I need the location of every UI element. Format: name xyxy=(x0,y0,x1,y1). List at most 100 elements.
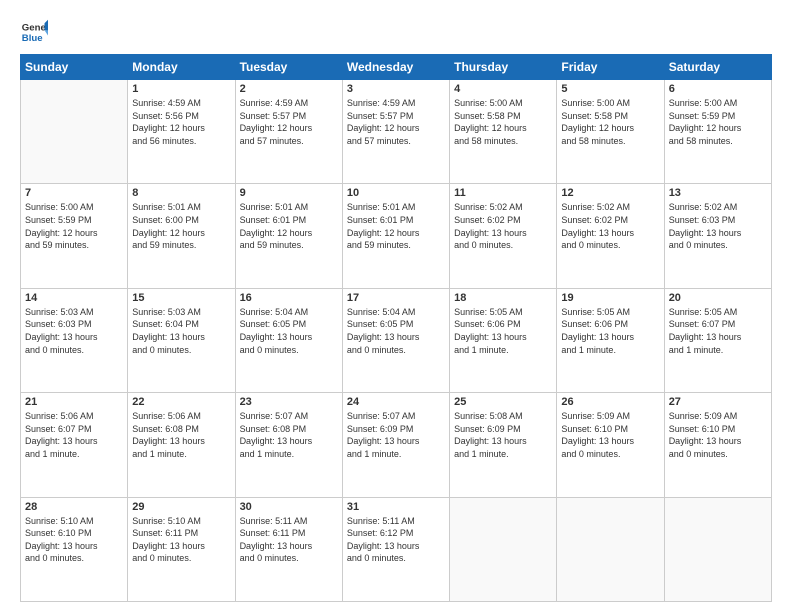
day-info: Sunrise: 5:00 AM Sunset: 5:58 PM Dayligh… xyxy=(561,97,659,147)
calendar-cell xyxy=(450,497,557,601)
calendar-cell: 26Sunrise: 5:09 AM Sunset: 6:10 PM Dayli… xyxy=(557,393,664,497)
header: General Blue xyxy=(20,18,772,46)
calendar-cell: 1 Sunrise: 4:59 AM Sunset: 5:56 PM Daylig… xyxy=(128,80,235,184)
day-number: 24 xyxy=(347,396,445,408)
calendar-cell: 30 Sunrise: 5:11 AM Sunset: 6:11 PM Dayli… xyxy=(235,497,342,601)
calendar-cell: 12 Sunrise: 5:02 AM Sunset: 6:02 PM Dayli… xyxy=(557,184,664,288)
day-info: Sunrise: 5:11 AM Sunset: 6:11 PM Dayligh… xyxy=(240,515,338,565)
day-info: Sunrise: 5:06 AM Sunset: 6:07 PM Dayligh… xyxy=(25,410,123,460)
day-number: 31 xyxy=(347,501,445,513)
calendar-cell: 27Sunrise: 5:09 AM Sunset: 6:10 PM Dayli… xyxy=(664,393,771,497)
day-number: 23 xyxy=(240,396,338,408)
day-number: 16 xyxy=(240,292,338,304)
calendar-cell: 14Sunrise: 5:03 AM Sunset: 6:03 PM Dayli… xyxy=(21,288,128,392)
day-number: 5 xyxy=(561,83,659,95)
weekday-header-sunday: Sunday xyxy=(21,55,128,80)
day-info: Sunrise: 4:59 AM Sunset: 5:56 PM Dayligh… xyxy=(132,97,230,147)
calendar-cell: 22Sunrise: 5:06 AM Sunset: 6:08 PM Dayli… xyxy=(128,393,235,497)
day-number: 27 xyxy=(669,396,767,408)
day-number: 30 xyxy=(240,501,338,513)
day-number: 28 xyxy=(25,501,123,513)
svg-text:Blue: Blue xyxy=(22,33,43,44)
day-info: Sunrise: 5:00 AM Sunset: 5:59 PM Dayligh… xyxy=(669,97,767,147)
calendar-cell: 13 Sunrise: 5:02 AM Sunset: 6:03 PM Dayli… xyxy=(664,184,771,288)
weekday-header-monday: Monday xyxy=(128,55,235,80)
day-number: 14 xyxy=(25,292,123,304)
calendar-cell: 19 Sunrise: 5:05 AM Sunset: 6:06 PM Dayli… xyxy=(557,288,664,392)
calendar-cell: 17Sunrise: 5:04 AM Sunset: 6:05 PM Dayli… xyxy=(342,288,449,392)
weekday-header-row: SundayMondayTuesdayWednesdayThursdayFrid… xyxy=(21,55,772,80)
day-info: Sunrise: 5:09 AM Sunset: 6:10 PM Dayligh… xyxy=(561,410,659,460)
weekday-header-thursday: Thursday xyxy=(450,55,557,80)
day-info: Sunrise: 4:59 AM Sunset: 5:57 PM Dayligh… xyxy=(347,97,445,147)
calendar-week-2: 7Sunrise: 5:00 AM Sunset: 5:59 PM Daylig… xyxy=(21,184,772,288)
calendar-cell: 2 Sunrise: 4:59 AM Sunset: 5:57 PM Daylig… xyxy=(235,80,342,184)
calendar-cell: 20 Sunrise: 5:05 AM Sunset: 6:07 PM Dayli… xyxy=(664,288,771,392)
day-number: 3 xyxy=(347,83,445,95)
day-number: 15 xyxy=(132,292,230,304)
day-number: 2 xyxy=(240,83,338,95)
calendar-week-5: 28 Sunrise: 5:10 AM Sunset: 6:10 PM Dayli… xyxy=(21,497,772,601)
day-info: Sunrise: 5:07 AM Sunset: 6:08 PM Dayligh… xyxy=(240,410,338,460)
weekday-header-saturday: Saturday xyxy=(664,55,771,80)
calendar-cell xyxy=(21,80,128,184)
day-number: 9 xyxy=(240,187,338,199)
day-number: 25 xyxy=(454,396,552,408)
day-info: Sunrise: 5:01 AM Sunset: 6:01 PM Dayligh… xyxy=(347,201,445,251)
weekday-header-wednesday: Wednesday xyxy=(342,55,449,80)
day-number: 10 xyxy=(347,187,445,199)
day-info: Sunrise: 5:02 AM Sunset: 6:02 PM Dayligh… xyxy=(561,201,659,251)
day-number: 17 xyxy=(347,292,445,304)
day-info: Sunrise: 5:11 AM Sunset: 6:12 PM Dayligh… xyxy=(347,515,445,565)
day-info: Sunrise: 5:00 AM Sunset: 5:59 PM Dayligh… xyxy=(25,201,123,251)
weekday-header-friday: Friday xyxy=(557,55,664,80)
calendar-cell: 4Sunrise: 5:00 AM Sunset: 5:58 PM Daylig… xyxy=(450,80,557,184)
day-info: Sunrise: 5:02 AM Sunset: 6:03 PM Dayligh… xyxy=(669,201,767,251)
day-info: Sunrise: 5:05 AM Sunset: 6:06 PM Dayligh… xyxy=(561,306,659,356)
day-info: Sunrise: 5:08 AM Sunset: 6:09 PM Dayligh… xyxy=(454,410,552,460)
calendar-cell: 25 Sunrise: 5:08 AM Sunset: 6:09 PM Dayli… xyxy=(450,393,557,497)
day-number: 1 xyxy=(132,83,230,95)
day-number: 12 xyxy=(561,187,659,199)
calendar-week-1: 1 Sunrise: 4:59 AM Sunset: 5:56 PM Daylig… xyxy=(21,80,772,184)
day-info: Sunrise: 5:10 AM Sunset: 6:10 PM Dayligh… xyxy=(25,515,123,565)
calendar-cell: 7Sunrise: 5:00 AM Sunset: 5:59 PM Daylig… xyxy=(21,184,128,288)
day-number: 13 xyxy=(669,187,767,199)
day-info: Sunrise: 4:59 AM Sunset: 5:57 PM Dayligh… xyxy=(240,97,338,147)
day-info: Sunrise: 5:01 AM Sunset: 6:00 PM Dayligh… xyxy=(132,201,230,251)
day-number: 19 xyxy=(561,292,659,304)
day-number: 20 xyxy=(669,292,767,304)
calendar-page: General Blue SundayMondayTuesdayWednesda… xyxy=(0,0,792,612)
calendar-week-3: 14Sunrise: 5:03 AM Sunset: 6:03 PM Dayli… xyxy=(21,288,772,392)
calendar-cell: 11 Sunrise: 5:02 AM Sunset: 6:02 PM Dayli… xyxy=(450,184,557,288)
calendar-cell: 10 Sunrise: 5:01 AM Sunset: 6:01 PM Dayli… xyxy=(342,184,449,288)
logo: General Blue xyxy=(20,18,52,46)
svg-text:General: General xyxy=(22,22,48,33)
calendar-cell: 29Sunrise: 5:10 AM Sunset: 6:11 PM Dayli… xyxy=(128,497,235,601)
calendar-cell: 21 Sunrise: 5:06 AM Sunset: 6:07 PM Dayli… xyxy=(21,393,128,497)
weekday-header-tuesday: Tuesday xyxy=(235,55,342,80)
day-number: 18 xyxy=(454,292,552,304)
day-info: Sunrise: 5:02 AM Sunset: 6:02 PM Dayligh… xyxy=(454,201,552,251)
day-info: Sunrise: 5:07 AM Sunset: 6:09 PM Dayligh… xyxy=(347,410,445,460)
calendar-cell: 28 Sunrise: 5:10 AM Sunset: 6:10 PM Dayli… xyxy=(21,497,128,601)
calendar-cell: 6 Sunrise: 5:00 AM Sunset: 5:59 PM Daylig… xyxy=(664,80,771,184)
calendar-cell: 15Sunrise: 5:03 AM Sunset: 6:04 PM Dayli… xyxy=(128,288,235,392)
day-number: 21 xyxy=(25,396,123,408)
calendar-cell: 16Sunrise: 5:04 AM Sunset: 6:05 PM Dayli… xyxy=(235,288,342,392)
day-number: 8 xyxy=(132,187,230,199)
day-info: Sunrise: 5:05 AM Sunset: 6:06 PM Dayligh… xyxy=(454,306,552,356)
calendar-cell: 5 Sunrise: 5:00 AM Sunset: 5:58 PM Daylig… xyxy=(557,80,664,184)
calendar-cell: 18 Sunrise: 5:05 AM Sunset: 6:06 PM Dayli… xyxy=(450,288,557,392)
calendar-cell xyxy=(557,497,664,601)
calendar-cell: 24 Sunrise: 5:07 AM Sunset: 6:09 PM Dayli… xyxy=(342,393,449,497)
day-info: Sunrise: 5:00 AM Sunset: 5:58 PM Dayligh… xyxy=(454,97,552,147)
calendar-cell: 23 Sunrise: 5:07 AM Sunset: 6:08 PM Dayli… xyxy=(235,393,342,497)
day-number: 6 xyxy=(669,83,767,95)
day-info: Sunrise: 5:05 AM Sunset: 6:07 PM Dayligh… xyxy=(669,306,767,356)
calendar-cell: 3 Sunrise: 4:59 AM Sunset: 5:57 PM Daylig… xyxy=(342,80,449,184)
day-number: 11 xyxy=(454,187,552,199)
day-info: Sunrise: 5:01 AM Sunset: 6:01 PM Dayligh… xyxy=(240,201,338,251)
calendar-cell: 9 Sunrise: 5:01 AM Sunset: 6:01 PM Daylig… xyxy=(235,184,342,288)
day-number: 22 xyxy=(132,396,230,408)
